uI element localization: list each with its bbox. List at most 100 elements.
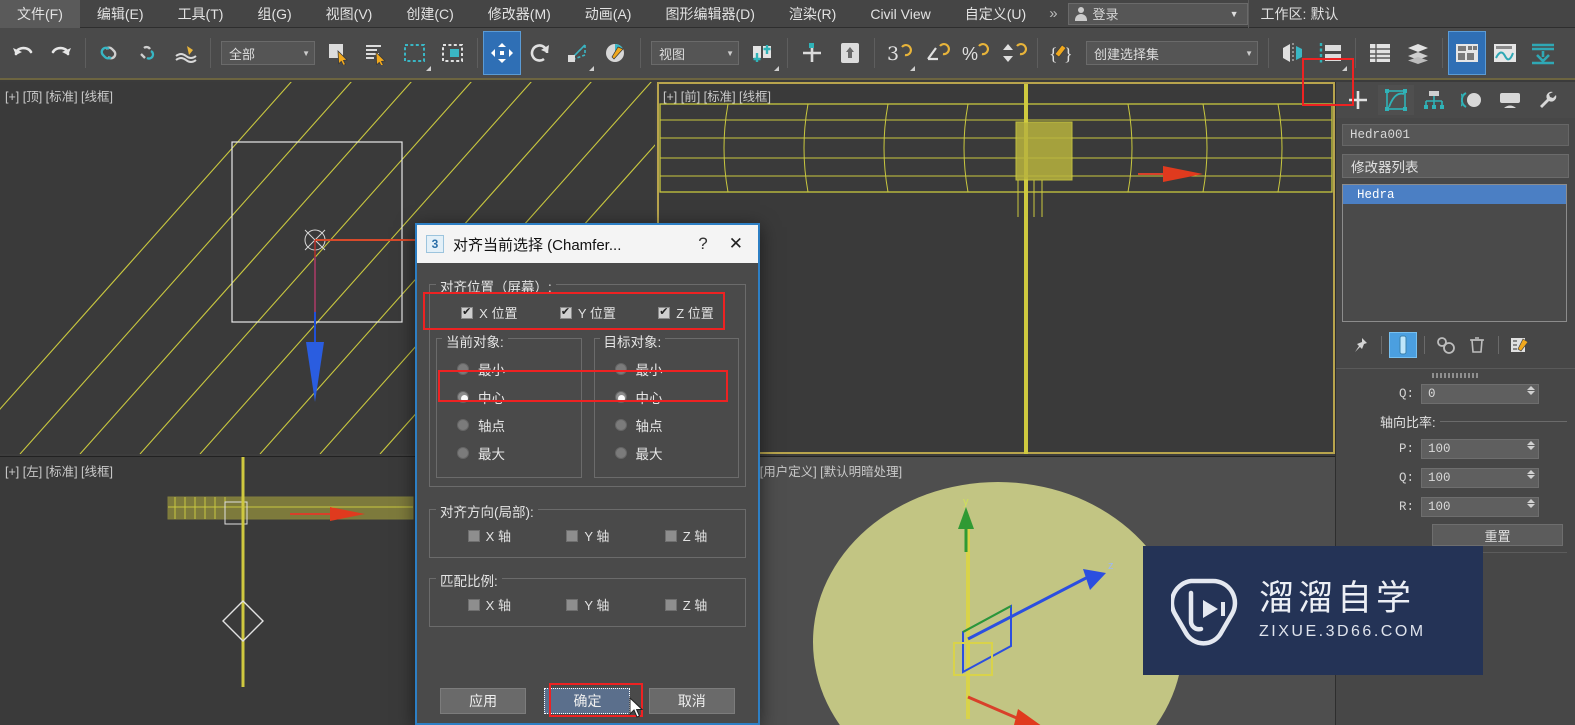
named-selection-set-dropdown[interactable]: 创建选择集 ▼ [1086,41,1258,65]
use-pivot-center-icon[interactable] [744,31,782,75]
modifier-stack-item[interactable]: Hedra [1343,185,1566,204]
cancel-button[interactable]: 取消 [648,688,735,714]
snap-toggle-icon[interactable]: 3 [880,31,918,75]
menu-graph-editors[interactable]: 图形编辑器(D) [648,0,771,28]
radio-icon[interactable] [614,419,627,431]
workspace-selector[interactable]: 工作区: 默认 [1247,0,1351,28]
curve-editor-icon[interactable] [1486,31,1524,75]
select-and-move-icon[interactable] [483,31,521,75]
modifier-stack[interactable]: Hedra [1342,184,1567,322]
menu-group[interactable]: 组(G) [240,0,308,28]
bind-space-warp-icon[interactable] [167,31,205,75]
align-z-position-checkbox[interactable]: Z 位置 [658,303,714,322]
login-dropdown[interactable]: 登录 ▼ [1067,2,1248,25]
select-by-name-icon[interactable] [358,31,396,75]
radio-icon[interactable] [457,447,469,459]
menu-overflow-button[interactable]: » [1043,5,1063,22]
schematic-view-icon[interactable] [1524,31,1562,75]
undo-icon[interactable] [4,31,42,75]
select-and-place-icon[interactable] [597,31,635,75]
orientation-x-checkbox[interactable]: X 轴 [467,526,511,545]
param-q2-input[interactable]: 100 [1421,468,1539,488]
scene-explorer-icon[interactable] [1399,31,1437,75]
checkbox-icon[interactable] [467,598,480,611]
menu-tools[interactable]: 工具(T) [161,0,241,28]
param-q-input[interactable]: 0 [1421,384,1539,404]
rectangular-selection-region-icon[interactable] [396,31,434,75]
redo-icon[interactable] [42,31,80,75]
menu-edit[interactable]: 编辑(E) [80,0,161,28]
checkbox-icon[interactable] [566,598,579,611]
edit-named-selection-sets-icon[interactable]: {} [1043,31,1081,75]
align-y-position-checkbox[interactable]: Y 位置 [559,303,616,322]
layer-explorer-icon[interactable] [1361,31,1399,75]
select-and-rotate-icon[interactable] [521,31,559,75]
menu-customize[interactable]: 自定义(U) [948,0,1043,28]
use-center-icon[interactable] [793,31,831,75]
checkbox-icon[interactable] [664,529,677,542]
orientation-y-checkbox[interactable]: Y 轴 [566,526,609,545]
apply-button[interactable]: 应用 [440,688,527,714]
current-object-center-radio[interactable]: 中心 [443,383,575,411]
select-link-icon[interactable] [91,31,129,75]
show-end-result-icon[interactable] [1389,332,1417,358]
tab-motion[interactable] [1454,85,1490,115]
help-icon[interactable]: ? [686,234,719,254]
tab-display[interactable] [1492,85,1528,115]
menu-create[interactable]: 创建(C) [389,0,470,28]
checkbox-icon[interactable] [461,305,474,319]
menu-rendering[interactable]: 渲染(R) [772,0,853,28]
menu-file[interactable]: 文件(F) [0,0,80,28]
configure-modifier-sets-icon[interactable] [1506,332,1534,358]
radio-icon[interactable] [614,391,627,403]
spinner-arrows-icon[interactable] [1527,441,1535,450]
checkbox-icon[interactable] [559,305,572,319]
checkbox-icon[interactable] [664,598,677,611]
reference-coordinate-dropdown[interactable]: 视图 ▼ [651,41,739,65]
make-unique-icon[interactable] [1432,332,1460,358]
window-crossing-icon[interactable] [434,31,472,75]
mirror-icon[interactable] [1274,31,1312,75]
selection-filter-dropdown[interactable]: 全部 ▼ [221,41,315,65]
align-x-position-checkbox[interactable]: X 位置 [461,303,517,322]
match-scale-y-checkbox[interactable]: Y 轴 [566,595,609,614]
select-and-scale-icon[interactable] [559,31,597,75]
pin-stack-icon[interactable] [1346,332,1374,358]
orientation-z-checkbox[interactable]: Z 轴 [664,526,707,545]
menu-animation[interactable]: 动画(A) [568,0,649,28]
target-object-pivot-radio[interactable]: 轴点 [601,411,733,439]
current-object-pivot-radio[interactable]: 轴点 [443,411,575,439]
checkbox-icon[interactable] [658,305,671,319]
checkbox-icon[interactable] [566,529,579,542]
align-dialog[interactable]: 3 对齐当前选择 (Chamfer... ? ✕ 对齐位置（屏幕）: X 位置 … [415,223,760,725]
modifier-list-dropdown[interactable]: 修改器列表 [1342,154,1569,178]
radio-icon[interactable] [457,419,469,431]
current-object-max-radio[interactable]: 最大 [443,439,575,467]
reset-button[interactable]: 重置 [1432,524,1563,546]
menu-civil-view[interactable]: Civil View [853,0,947,28]
radio-icon[interactable] [614,447,627,459]
select-object-icon[interactable] [320,31,358,75]
match-scale-x-checkbox[interactable]: X 轴 [467,595,511,614]
menu-modifiers[interactable]: 修改器(M) [471,0,568,28]
align-icon[interactable] [1312,31,1350,75]
ribbon-icon[interactable] [1448,31,1486,75]
spinner-arrows-icon[interactable] [1527,470,1535,479]
target-object-min-radio[interactable]: 最小 [601,355,733,383]
current-object-min-radio[interactable]: 最小 [443,355,575,383]
target-object-center-radio[interactable]: 中心 [601,383,733,411]
spinner-snap-icon[interactable] [994,31,1032,75]
close-icon[interactable]: ✕ [720,234,752,254]
spinner-arrows-icon[interactable] [1527,499,1535,508]
tab-modify[interactable] [1378,85,1414,115]
target-object-max-radio[interactable]: 最大 [601,439,733,467]
radio-icon[interactable] [457,391,469,403]
menu-views[interactable]: 视图(V) [309,0,390,28]
angle-snap-icon[interactable] [918,31,956,75]
remove-modifier-icon[interactable] [1463,332,1491,358]
radio-icon[interactable] [614,363,627,375]
tab-hierarchy[interactable] [1416,85,1452,115]
percent-snap-icon[interactable]: % [956,31,994,75]
spinner-arrows-icon[interactable] [1527,386,1535,395]
select-and-manipulate-icon[interactable] [831,31,869,75]
